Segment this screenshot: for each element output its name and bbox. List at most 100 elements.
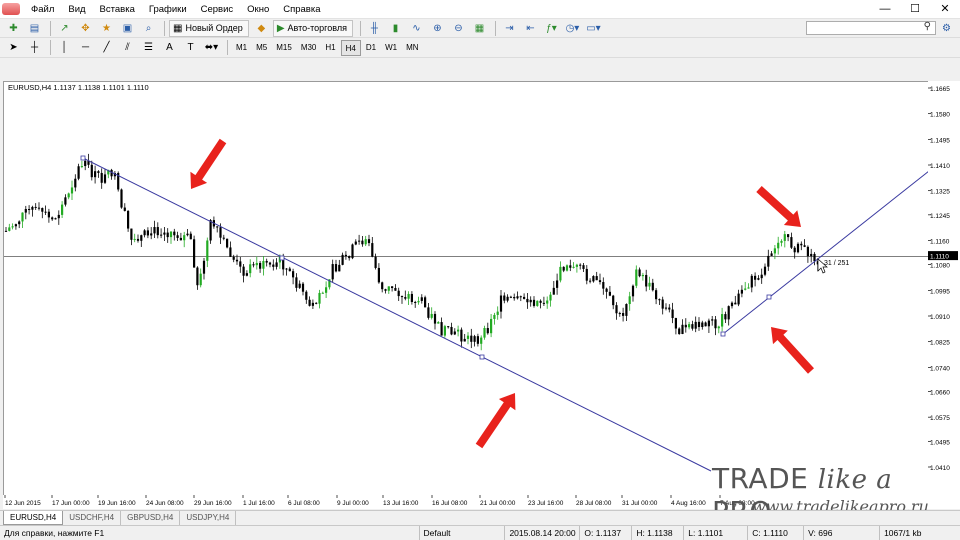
crosshair-icon[interactable]: ┼ xyxy=(25,39,44,56)
close-button[interactable]: ✕ xyxy=(930,0,960,19)
timeframe-mn[interactable]: MN xyxy=(402,40,422,56)
candle-body xyxy=(641,274,644,277)
new-order-button[interactable]: ▦ Новый Ордер xyxy=(169,19,249,37)
maximize-button[interactable]: ☐ xyxy=(900,0,930,19)
timeframe-m30[interactable]: M30 xyxy=(297,40,321,56)
candle-body xyxy=(707,320,710,327)
market-watch-icon[interactable]: ↗ xyxy=(55,20,74,37)
candle-body xyxy=(153,227,156,234)
candle-body xyxy=(480,337,483,344)
candle-body xyxy=(721,314,724,327)
text-label-icon[interactable]: T xyxy=(181,39,200,56)
status-volume: V: 696 xyxy=(804,526,881,540)
zoom-out-icon[interactable]: ⊖ xyxy=(449,20,468,37)
candle-body xyxy=(628,296,631,305)
minimize-button[interactable]: — xyxy=(870,0,900,19)
timeframe-h4[interactable]: H4 xyxy=(340,39,361,56)
menu-window[interactable]: Окно xyxy=(240,0,276,19)
status-high: H: 1.1138 xyxy=(632,526,685,540)
menu-tools[interactable]: Сервис xyxy=(194,0,241,19)
arrows-icon[interactable]: ⬌▾ xyxy=(202,39,221,56)
candle-body xyxy=(394,288,397,291)
candle-body xyxy=(94,171,97,178)
zoom-in-icon[interactable]: ⊕ xyxy=(428,20,447,37)
candle-body xyxy=(367,239,371,244)
bar-chart-icon[interactable]: ╫ xyxy=(365,20,384,37)
time-tick-label: 1 Jul 16:00 xyxy=(243,500,275,507)
tab-eurusd[interactable]: EURUSD,H4 xyxy=(3,511,64,525)
metaeditor-icon[interactable]: ◆ xyxy=(252,20,271,37)
line-chart-icon[interactable]: ∿ xyxy=(407,20,426,37)
menu-insert[interactable]: Вставка xyxy=(93,0,142,19)
timeframe-w1[interactable]: W1 xyxy=(381,40,401,56)
chart-shift-icon[interactable]: ⇤ xyxy=(521,20,540,37)
indicators-icon[interactable]: ƒ▾ xyxy=(542,20,561,37)
candle-body xyxy=(133,238,136,240)
strategy-tester-icon[interactable]: ⌕ xyxy=(139,20,158,37)
candlestick-icon[interactable]: ▮ xyxy=(386,20,405,37)
timeframe-d1[interactable]: D1 xyxy=(362,40,380,56)
candle-body xyxy=(229,247,232,257)
cursor-icon[interactable]: ➤ xyxy=(4,39,23,56)
menu-help[interactable]: Справка xyxy=(276,0,327,19)
candle-body xyxy=(410,293,413,302)
timeframe-m15[interactable]: M15 xyxy=(272,40,296,56)
tile-windows-icon[interactable]: ▦ xyxy=(470,20,489,37)
candle-body xyxy=(747,287,750,289)
profiles-icon[interactable]: ▤ xyxy=(25,20,44,37)
tab-usdjpy[interactable]: USDJPY,H4 xyxy=(180,511,237,525)
timeframe-m5[interactable]: M5 xyxy=(252,40,271,56)
price-chart[interactable]: 31 / 251 xyxy=(4,82,929,496)
tab-usdchf[interactable]: USDCHF,H4 xyxy=(63,511,122,525)
candle-body xyxy=(21,212,24,222)
autoscroll-icon[interactable]: ⇥ xyxy=(500,20,519,37)
search-icon[interactable]: ⚲ xyxy=(924,21,931,32)
time-tick-label: 24 Jun 08:00 xyxy=(146,500,184,507)
candle-body xyxy=(664,307,668,309)
candle-body xyxy=(546,300,549,304)
tab-gbpusd[interactable]: GBPUSD,H4 xyxy=(121,511,181,525)
candle-body xyxy=(348,256,351,259)
status-low: L: 1.1101 xyxy=(684,526,749,540)
time-tick-label: 28 Jul 08:00 xyxy=(576,500,612,507)
candle-body xyxy=(655,290,658,300)
price-tick-label: 1.0995 xyxy=(930,288,950,295)
terminal-icon[interactable]: ▣ xyxy=(118,20,137,37)
menu-view[interactable]: Вид xyxy=(61,0,92,19)
timeframe-m1[interactable]: M1 xyxy=(232,40,251,56)
settings-icon[interactable]: ⚙ xyxy=(937,20,956,37)
candle-body xyxy=(645,274,648,287)
menu-charts[interactable]: Графики xyxy=(142,0,194,19)
trendline-icon[interactable]: ╱ xyxy=(97,39,116,56)
navigator-icon[interactable]: ★ xyxy=(97,20,116,37)
status-connection: 1067/1 kb xyxy=(884,528,922,538)
chart-window[interactable]: 31 / 251 EURUSD,H4 1.1137 1.1138 1.1101 … xyxy=(3,81,929,509)
autotrading-button[interactable]: ▶ Авто-торговля xyxy=(272,19,353,37)
candle-body xyxy=(4,230,8,232)
time-tick-label: 6 Jul 08:00 xyxy=(288,500,320,507)
fibonacci-icon[interactable]: ☰ xyxy=(139,39,158,56)
candle-body xyxy=(592,276,595,282)
candle-body xyxy=(176,235,179,238)
price-scale[interactable]: 1.1665 1.1580 1.1495 1.1410 1.1325 1.1245 1.11… xyxy=(928,81,960,509)
candle-body xyxy=(318,292,321,304)
new-chart-icon[interactable]: ✚ xyxy=(4,20,23,37)
equidistant-channel-icon[interactable]: ⫽ xyxy=(118,39,137,56)
menu-file[interactable]: Файл xyxy=(24,0,61,19)
search-input[interactable]: ⚲ xyxy=(806,21,936,35)
candle-body xyxy=(796,243,800,253)
candle-body xyxy=(321,292,324,294)
time-tick-label: 12 Jun 2015 xyxy=(5,500,41,507)
candle-body xyxy=(77,166,80,179)
horizontal-line-icon[interactable]: ─ xyxy=(76,39,95,56)
vertical-line-icon[interactable]: │ xyxy=(55,39,74,56)
candle-body xyxy=(783,234,786,241)
candle-body xyxy=(453,331,456,335)
text-icon[interactable]: A xyxy=(160,39,179,56)
candle-body xyxy=(325,287,328,293)
candle-body xyxy=(671,309,674,319)
data-window-icon[interactable]: ✥ xyxy=(76,20,95,37)
periods-icon[interactable]: ◷▾ xyxy=(563,20,582,37)
timeframe-h1[interactable]: H1 xyxy=(321,40,339,56)
templates-icon[interactable]: ▭▾ xyxy=(584,20,603,37)
